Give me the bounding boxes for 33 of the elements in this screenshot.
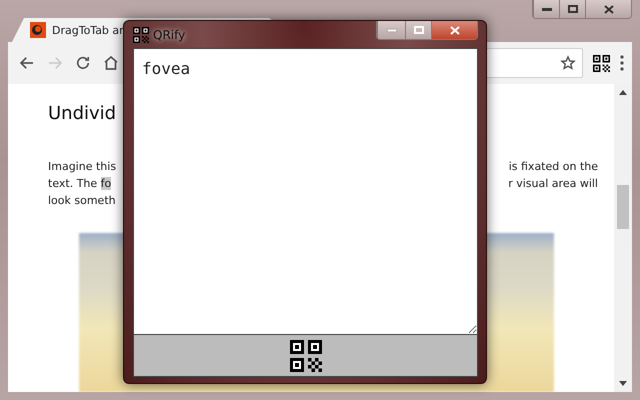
scrollbar[interactable] xyxy=(614,84,632,392)
text-input-area[interactable]: fovea xyxy=(133,48,478,335)
page-heading: Undivid xyxy=(48,102,116,126)
maximize-icon xyxy=(568,5,578,13)
menu-icon[interactable] xyxy=(620,55,624,71)
maximize-button[interactable] xyxy=(405,21,431,39)
reload-icon[interactable] xyxy=(74,54,92,72)
home-icon[interactable] xyxy=(102,54,120,72)
qr-code-icon xyxy=(290,340,322,372)
paragraph-text: Imagine this xyxy=(48,159,116,175)
star-icon[interactable] xyxy=(560,55,576,71)
close-button[interactable] xyxy=(585,0,631,18)
close-button[interactable] xyxy=(431,21,477,39)
window-title: QRify xyxy=(153,28,186,42)
generate-qr-button[interactable] xyxy=(290,340,322,372)
paragraph-text: r visual area will xyxy=(508,176,598,192)
minimize-button[interactable] xyxy=(533,0,559,18)
paragraph-text: look someth xyxy=(48,193,116,209)
scroll-down-icon[interactable] xyxy=(619,381,627,386)
qr-code-icon xyxy=(133,27,149,43)
paragraph-text: is fixated on the xyxy=(508,159,598,175)
close-icon xyxy=(450,26,460,34)
maximize-button[interactable] xyxy=(559,0,585,18)
scrollbar-thumb[interactable] xyxy=(617,185,629,229)
maximize-icon xyxy=(414,26,424,34)
minimize-icon xyxy=(542,8,552,10)
minimize-button[interactable] xyxy=(377,21,405,39)
tab-favicon xyxy=(30,22,46,38)
scroll-up-icon[interactable] xyxy=(619,90,627,95)
close-icon xyxy=(604,4,614,14)
qr-code-icon xyxy=(593,54,610,72)
minimize-icon xyxy=(386,28,396,32)
paragraph-text: text. The fo xyxy=(48,176,112,192)
